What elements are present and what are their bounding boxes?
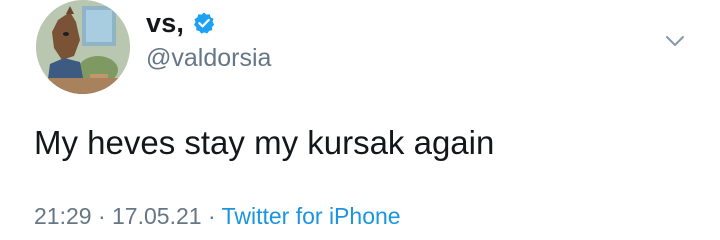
avatar-image [36, 0, 130, 94]
avatar[interactable] [36, 0, 130, 94]
tweet-text: My heves stay my kursak again [34, 124, 495, 161]
verified-badge-icon [192, 11, 216, 35]
tweet-date[interactable]: 17.05.21 [112, 203, 202, 229]
tweet-source-link[interactable]: Twitter for iPhone [222, 203, 401, 229]
tweet-card: vs, @valdorsia My heves stay my kursak a… [0, 0, 720, 240]
tweet-time[interactable]: 21:29 [34, 203, 92, 229]
username-handle[interactable]: @valdorsia [146, 44, 271, 73]
name-row: vs, [146, 4, 271, 42]
meta-separator: · [207, 203, 216, 229]
tweet-meta: 21:29 · 17.05.21 · Twitter for iPhone [34, 203, 401, 230]
meta-separator: · [97, 203, 106, 229]
display-name[interactable]: vs, [146, 8, 184, 39]
tweet-header: vs, @valdorsia [146, 4, 271, 73]
chevron-down-icon[interactable] [664, 30, 686, 52]
